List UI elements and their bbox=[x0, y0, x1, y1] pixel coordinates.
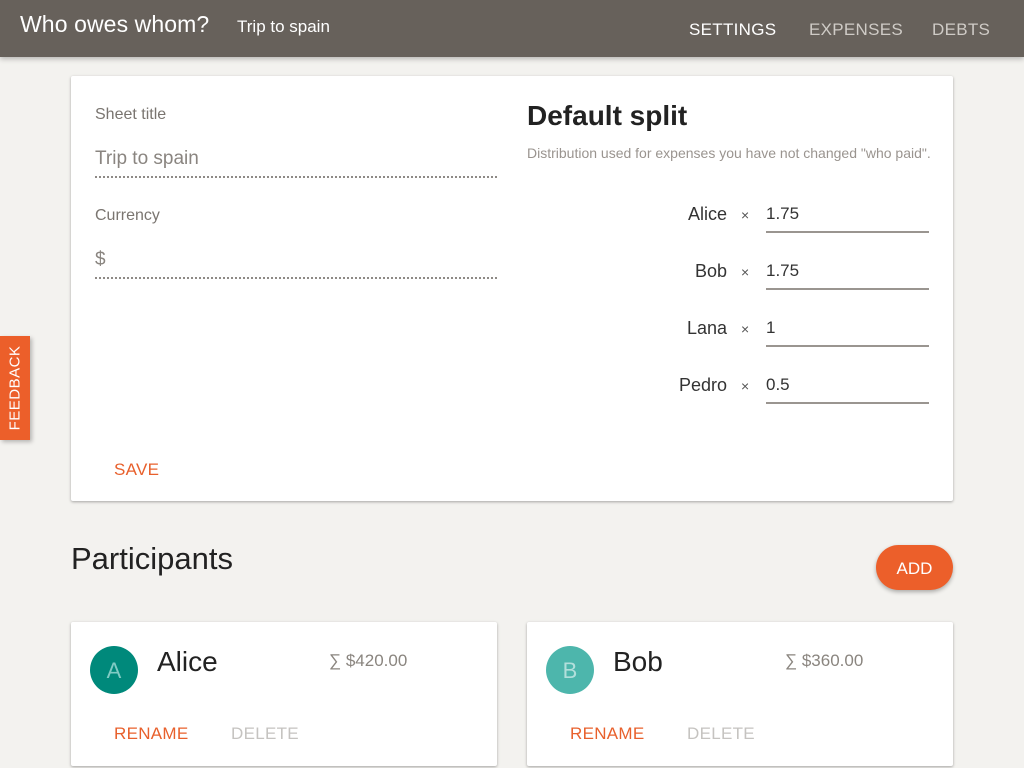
split-weight-input[interactable] bbox=[766, 259, 929, 290]
split-participant-name: Lana bbox=[686, 318, 727, 338]
split-weight-input[interactable] bbox=[766, 316, 929, 347]
split-participant-name: Pedro bbox=[678, 375, 727, 395]
app-title: Who owes whom? bbox=[20, 11, 210, 37]
participants-heading: Participants bbox=[71, 541, 233, 576]
split-weight-input[interactable] bbox=[766, 202, 929, 233]
rename-button[interactable]: RENAME bbox=[570, 724, 645, 744]
participant-name: Alice bbox=[157, 646, 218, 677]
participant-name: Bob bbox=[613, 646, 663, 677]
times-icon: × bbox=[741, 321, 750, 337]
tab-settings[interactable]: SETTINGS bbox=[689, 20, 776, 40]
split-row: Alice × bbox=[527, 202, 929, 242]
tab-debts[interactable]: DEBTS bbox=[932, 20, 990, 40]
split-participant-name: Bob bbox=[694, 261, 727, 281]
sheet-title-input[interactable] bbox=[95, 148, 497, 178]
tab-expenses[interactable]: EXPENSES bbox=[809, 20, 903, 40]
participant-total: ∑ $360.00 bbox=[785, 651, 864, 670]
times-icon: × bbox=[741, 207, 750, 223]
participant-card: A Alice ∑ $420.00 RENAME DELETE bbox=[71, 622, 497, 766]
split-row: Lana × bbox=[527, 316, 929, 356]
sheet-name: Trip to spain bbox=[237, 17, 330, 36]
participant-total: ∑ $420.00 bbox=[329, 651, 408, 670]
avatar: A bbox=[90, 646, 138, 694]
currency-label: Currency bbox=[95, 207, 160, 224]
default-split-description: Distribution used for expenses you have … bbox=[527, 145, 931, 161]
currency-input[interactable] bbox=[95, 249, 497, 279]
split-participant-name: Alice bbox=[687, 204, 727, 224]
feedback-button[interactable]: FEEDBACK bbox=[0, 336, 30, 440]
default-split-title: Default split bbox=[527, 100, 688, 131]
avatar: B bbox=[546, 646, 594, 694]
top-app-bar: Who owes whom? Trip to spain SETTINGS EX… bbox=[0, 0, 1024, 57]
delete-button[interactable]: DELETE bbox=[687, 724, 755, 744]
split-weight-input[interactable] bbox=[766, 373, 929, 404]
save-button[interactable]: SAVE bbox=[114, 460, 159, 480]
feedback-label: FEEDBACK bbox=[6, 345, 24, 431]
split-row: Bob × bbox=[527, 259, 929, 299]
settings-card: Sheet title Currency Default split Distr… bbox=[71, 76, 953, 501]
split-row: Pedro × bbox=[527, 373, 929, 413]
add-participant-button[interactable]: ADD bbox=[876, 545, 953, 590]
rename-button[interactable]: RENAME bbox=[114, 724, 189, 744]
sheet-title-label: Sheet title bbox=[95, 106, 167, 123]
times-icon: × bbox=[741, 378, 750, 394]
times-icon: × bbox=[741, 264, 750, 280]
participant-card: B Bob ∑ $360.00 RENAME DELETE bbox=[527, 622, 953, 766]
delete-button[interactable]: DELETE bbox=[231, 724, 299, 744]
